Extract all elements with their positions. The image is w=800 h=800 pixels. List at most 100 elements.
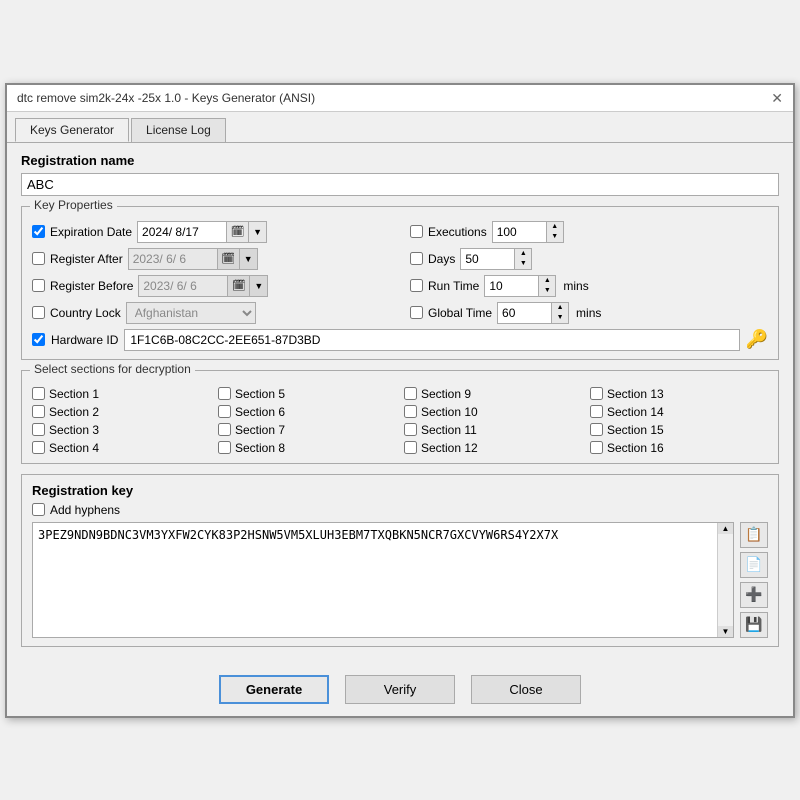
- tab-keys-generator[interactable]: Keys Generator: [15, 118, 129, 142]
- executions-up-button[interactable]: ▲: [547, 222, 563, 232]
- globaltime-input[interactable]: [497, 302, 552, 324]
- days-checkbox[interactable]: [410, 252, 423, 265]
- register-before-calendar-icon[interactable]: 🗓: [228, 275, 250, 297]
- close-button[interactable]: Close: [471, 675, 581, 704]
- section-10-label: Section 10: [421, 405, 478, 419]
- register-before-label: Register Before: [50, 279, 133, 293]
- runtime-spin-buttons: ▲ ▼: [539, 275, 556, 297]
- globaltime-row: Global Time ▲ ▼ mins: [410, 302, 768, 324]
- registration-name-label: Registration name: [21, 153, 779, 168]
- list-item: Section 7: [218, 423, 396, 437]
- section-5-checkbox[interactable]: [218, 387, 231, 400]
- runtime-down-button[interactable]: ▼: [539, 286, 555, 296]
- section-9-checkbox[interactable]: [404, 387, 417, 400]
- key-icon[interactable]: 🔑: [746, 329, 768, 350]
- add-hyphens-row: Add hyphens: [32, 503, 768, 517]
- save-button[interactable]: 💾: [740, 612, 768, 638]
- section-3-checkbox[interactable]: [32, 423, 45, 436]
- list-item: Section 5: [218, 387, 396, 401]
- list-item: Section 9: [404, 387, 582, 401]
- runtime-checkbox[interactable]: [410, 279, 423, 292]
- dropdown-arrow2-icon: ▼: [244, 254, 253, 264]
- registration-key-textarea[interactable]: 3PEZ9NDN9BDNC3VM3YXFW2CYK83P2HSNW5VM5XLU…: [33, 523, 717, 637]
- section-10-checkbox[interactable]: [404, 405, 417, 418]
- generate-button[interactable]: Generate: [219, 675, 329, 704]
- section-11-checkbox[interactable]: [404, 423, 417, 436]
- executions-down-button[interactable]: ▼: [547, 232, 563, 242]
- register-before-wrapper: 🗓 ▼: [138, 275, 268, 297]
- section-12-checkbox[interactable]: [404, 441, 417, 454]
- list-item: Section 2: [32, 405, 210, 419]
- days-input[interactable]: [460, 248, 515, 270]
- register-after-row: Register After 🗓 ▼: [32, 248, 390, 270]
- section-13-checkbox[interactable]: [590, 387, 603, 400]
- expiration-date-calendar-icon[interactable]: 🗓: [227, 221, 249, 243]
- section-7-checkbox[interactable]: [218, 423, 231, 436]
- runtime-up-button[interactable]: ▲: [539, 276, 555, 286]
- reg-key-wrapper: 3PEZ9NDN9BDNC3VM3YXFW2CYK83P2HSNW5VM5XLU…: [32, 522, 768, 638]
- register-after-dropdown-icon[interactable]: ▼: [240, 248, 258, 270]
- section-12-label: Section 12: [421, 441, 478, 455]
- key-scroll-down-button[interactable]: ▼: [718, 626, 733, 637]
- list-item: Section 13: [590, 387, 768, 401]
- runtime-input[interactable]: [484, 275, 539, 297]
- register-after-checkbox[interactable]: [32, 252, 45, 265]
- days-up-button[interactable]: ▲: [515, 249, 531, 259]
- globaltime-label: Global Time: [428, 306, 492, 320]
- section-6-checkbox[interactable]: [218, 405, 231, 418]
- key-scroll-up-button[interactable]: ▲: [718, 523, 733, 534]
- add-button[interactable]: ➕: [740, 582, 768, 608]
- section-2-label: Section 2: [49, 405, 99, 419]
- expiration-date-dropdown-icon[interactable]: ▼: [249, 221, 267, 243]
- paste-button[interactable]: 📄: [740, 552, 768, 578]
- executions-input[interactable]: [492, 221, 547, 243]
- globaltime-checkbox[interactable]: [410, 306, 423, 319]
- section-8-checkbox[interactable]: [218, 441, 231, 454]
- globaltime-up-button[interactable]: ▲: [552, 303, 568, 313]
- days-spin-buttons: ▲ ▼: [515, 248, 532, 270]
- country-lock-checkbox[interactable]: [32, 306, 45, 319]
- expiration-date-input[interactable]: [137, 221, 227, 243]
- list-item: Section 15: [590, 423, 768, 437]
- expiration-date-checkbox[interactable]: [32, 225, 45, 238]
- close-icon[interactable]: ✕: [771, 91, 783, 105]
- verify-button[interactable]: Verify: [345, 675, 455, 704]
- register-after-calendar-icon[interactable]: 🗓: [218, 248, 240, 270]
- list-item: Section 4: [32, 441, 210, 455]
- copy-button[interactable]: 📋: [740, 522, 768, 548]
- days-down-button[interactable]: ▼: [515, 259, 531, 269]
- country-lock-select[interactable]: Afghanistan: [126, 302, 256, 324]
- country-lock-label: Country Lock: [50, 306, 121, 320]
- section-16-checkbox[interactable]: [590, 441, 603, 454]
- list-item: Section 16: [590, 441, 768, 455]
- section-1-checkbox[interactable]: [32, 387, 45, 400]
- register-before-dropdown-icon[interactable]: ▼: [250, 275, 268, 297]
- main-window: dtc remove sim2k-24x -25x 1.0 - Keys Gen…: [5, 83, 795, 718]
- globaltime-down-button[interactable]: ▼: [552, 313, 568, 323]
- register-before-row: Register Before 🗓 ▼: [32, 275, 390, 297]
- tab-license-log[interactable]: License Log: [131, 118, 226, 142]
- globaltime-spin-buttons: ▲ ▼: [552, 302, 569, 324]
- section-14-label: Section 14: [607, 405, 664, 419]
- section-14-checkbox[interactable]: [590, 405, 603, 418]
- title-bar: dtc remove sim2k-24x -25x 1.0 - Keys Gen…: [7, 85, 793, 112]
- executions-spin: ▲ ▼: [492, 221, 564, 243]
- section-2-checkbox[interactable]: [32, 405, 45, 418]
- section-13-label: Section 13: [607, 387, 664, 401]
- register-before-input[interactable]: [138, 275, 228, 297]
- section-15-label: Section 15: [607, 423, 664, 437]
- key-properties-title: Key Properties: [30, 198, 117, 212]
- registration-name-input[interactable]: [21, 173, 779, 196]
- executions-checkbox[interactable]: [410, 225, 423, 238]
- section-15-checkbox[interactable]: [590, 423, 603, 436]
- hardware-id-checkbox[interactable]: [32, 333, 45, 346]
- register-after-input[interactable]: [128, 248, 218, 270]
- section-4-checkbox[interactable]: [32, 441, 45, 454]
- section-3-label: Section 3: [49, 423, 99, 437]
- register-before-checkbox[interactable]: [32, 279, 45, 292]
- registration-key-area: Registration key Add hyphens 3PEZ9NDN9BD…: [21, 474, 779, 647]
- expiration-date-label: Expiration Date: [50, 225, 132, 239]
- section-7-label: Section 7: [235, 423, 285, 437]
- add-hyphens-checkbox[interactable]: [32, 503, 45, 516]
- hardware-id-input[interactable]: [124, 329, 739, 351]
